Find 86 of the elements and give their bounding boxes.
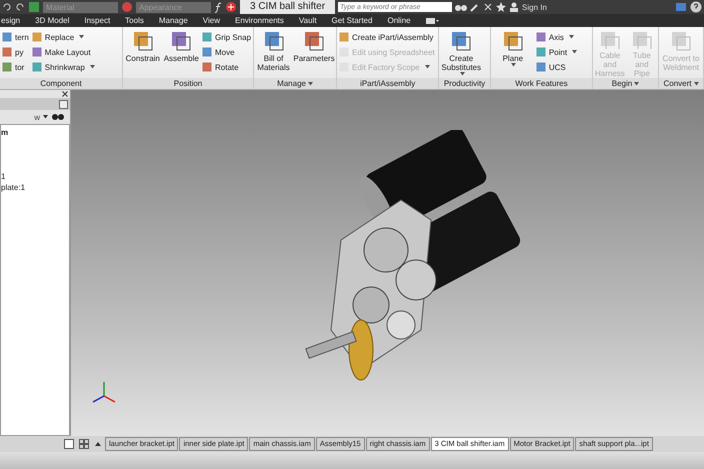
caret-icon[interactable] (43, 115, 48, 119)
tool-icon (450, 30, 472, 52)
ribbon-button[interactable]: Bill of Materials (256, 30, 292, 78)
panel-title[interactable]: Position (123, 78, 254, 89)
tool-icon (536, 62, 546, 72)
ribbon-button[interactable]: Create Substitutes (441, 30, 482, 78)
caret-icon[interactable] (92, 440, 104, 448)
ribbon-tab[interactable]: Environments (234, 16, 285, 25)
ribbon-tab[interactable]: View (202, 16, 221, 25)
ribbon-button[interactable]: UCS (536, 60, 578, 74)
tile-icon[interactable] (62, 439, 76, 449)
ribbon-button[interactable]: Grip Snap (202, 30, 252, 44)
ribbon-button[interactable]: Constrain (125, 30, 161, 78)
caret-icon (90, 65, 95, 69)
help-icon[interactable] (59, 100, 68, 108)
caret-icon (79, 35, 84, 39)
user-icon[interactable] (509, 2, 520, 12)
ribbon-button[interactable]: Parameters (294, 30, 334, 78)
ribbon-button[interactable]: Rotate (202, 60, 252, 74)
tool-icon (670, 30, 692, 52)
tool-icon (132, 30, 154, 52)
ribbon-button[interactable]: Make Layout (32, 45, 95, 59)
browser-tree-item[interactable]: m (1, 127, 69, 138)
caret-icon (511, 63, 516, 67)
document-title: 3 CIM ball shifter (240, 0, 336, 14)
browser-filter-dropdown[interactable]: w (34, 112, 40, 122)
ribbon-button[interactable]: Point (536, 45, 578, 59)
binoculars-icon[interactable] (455, 2, 468, 12)
tool-icon (339, 32, 350, 42)
ribbon-button[interactable]: Assemble (164, 30, 199, 78)
ribbon-tab[interactable]: Online (386, 16, 412, 25)
ribbon-button[interactable]: Move (202, 45, 252, 59)
star-icon[interactable] (496, 2, 506, 12)
caret-icon (460, 72, 465, 76)
plus-icon[interactable] (225, 1, 237, 13)
sign-in-link[interactable]: Sign In (522, 2, 547, 12)
tool-icon (32, 32, 42, 42)
tool-icon (598, 30, 621, 49)
tool-icon (536, 47, 546, 57)
tool-icon (170, 30, 192, 52)
ribbon-tab[interactable]: Vault (298, 16, 318, 25)
ribbon-tab[interactable]: esign (0, 16, 22, 25)
panel-title[interactable]: Begin (593, 78, 658, 89)
redo-icon[interactable] (15, 2, 25, 12)
tool-icon (32, 47, 42, 57)
grid-icon[interactable] (77, 439, 91, 449)
ribbon-tab[interactable]: Inspect (83, 16, 112, 25)
tool-icon (303, 30, 326, 52)
binoculars-icon[interactable] (52, 111, 64, 123)
caret-icon (568, 35, 574, 39)
panel-title[interactable]: Productivity (439, 78, 490, 89)
tool-icon (630, 30, 653, 49)
display-icon[interactable] (424, 16, 439, 24)
3d-viewport[interactable] (71, 90, 704, 436)
caret-icon (572, 50, 578, 54)
tool-icon (502, 30, 524, 52)
browser-tree-item[interactable]: plate:1 (1, 182, 69, 193)
undo-icon[interactable] (2, 2, 12, 12)
ribbon-tab[interactable]: 3D Model (34, 16, 70, 25)
panel-title[interactable]: Work Features (490, 78, 592, 89)
ribbon-button[interactable]: Axis (536, 30, 578, 44)
panel-title[interactable]: iPart/iAssembly (337, 78, 438, 89)
caret-icon (694, 82, 698, 86)
ribbon-button[interactable]: Replace (32, 30, 95, 44)
ribbon-button[interactable]: tern (2, 30, 29, 44)
panel-title[interactable]: Component (0, 78, 122, 89)
ribbon-button[interactable]: Shrinkwrap (32, 60, 95, 74)
panel-title[interactable]: Convert (659, 78, 703, 89)
close-icon[interactable] (62, 91, 68, 97)
tool-icon (262, 30, 285, 52)
tool-icon (536, 32, 546, 42)
help-icon[interactable] (690, 1, 702, 13)
ribbon-button[interactable]: Plane (492, 30, 533, 78)
caret-icon (424, 65, 430, 69)
ribbon-button[interactable]: Create iPart/iAssembly (339, 30, 435, 44)
tool-icon (32, 62, 42, 72)
ribbon-button[interactable]: tor (2, 60, 29, 74)
panel-title[interactable]: Manage (254, 78, 336, 89)
ribbon-tab[interactable]: Tools (124, 16, 145, 25)
ribbon-tab[interactable]: Get Started (330, 16, 374, 25)
browser-tree-item[interactable]: 1 (1, 171, 69, 182)
ribbon-button[interactable]: py (2, 45, 29, 59)
function-icon[interactable] (214, 2, 222, 12)
caret-icon (308, 82, 313, 86)
caret-icon (634, 82, 640, 86)
ribbon-tab[interactable]: Manage (158, 16, 189, 25)
